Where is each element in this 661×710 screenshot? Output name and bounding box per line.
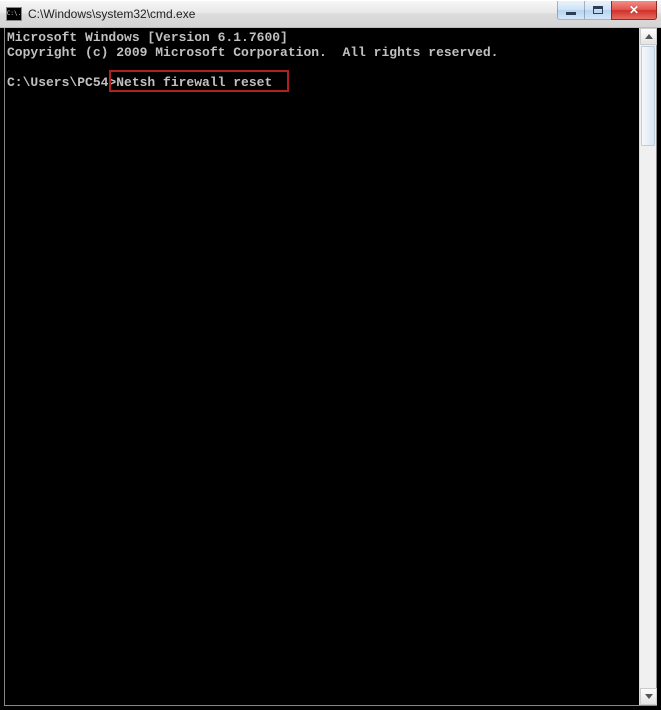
- scroll-up-button[interactable]: [640, 28, 657, 45]
- prompt-line: C:\Users\PC54>Netsh firewall reset: [7, 75, 272, 90]
- window-controls: ✕: [558, 1, 657, 21]
- scroll-down-button[interactable]: [640, 688, 657, 705]
- command-text: Netsh firewall reset: [116, 75, 272, 90]
- cmd-icon: C:\.: [6, 7, 22, 21]
- prompt: C:\Users\PC54>: [7, 75, 116, 90]
- terminal-output[interactable]: Microsoft Windows [Version 6.1.7600] Cop…: [5, 28, 638, 705]
- chevron-up-icon: [645, 34, 653, 39]
- client-area: Microsoft Windows [Version 6.1.7600] Cop…: [4, 28, 657, 706]
- cmd-window: C:\. C:\Windows\system32\cmd.exe ✕ Micro…: [0, 0, 661, 710]
- titlebar[interactable]: C:\. C:\Windows\system32\cmd.exe ✕: [0, 0, 661, 28]
- copyright-line: Copyright (c) 2009 Microsoft Corporation…: [7, 45, 498, 60]
- maximize-icon: [593, 6, 603, 14]
- cmd-icon-text: C:\.: [7, 11, 21, 17]
- close-button[interactable]: ✕: [611, 1, 657, 20]
- minimize-button[interactable]: [557, 1, 585, 20]
- scroll-thumb[interactable]: [641, 46, 655, 146]
- maximize-button[interactable]: [584, 1, 612, 20]
- chevron-down-icon: [645, 694, 653, 699]
- vertical-scrollbar[interactable]: [639, 28, 656, 705]
- close-icon: ✕: [629, 4, 639, 16]
- version-line: Microsoft Windows [Version 6.1.7600]: [7, 30, 288, 45]
- minimize-icon: [566, 12, 576, 15]
